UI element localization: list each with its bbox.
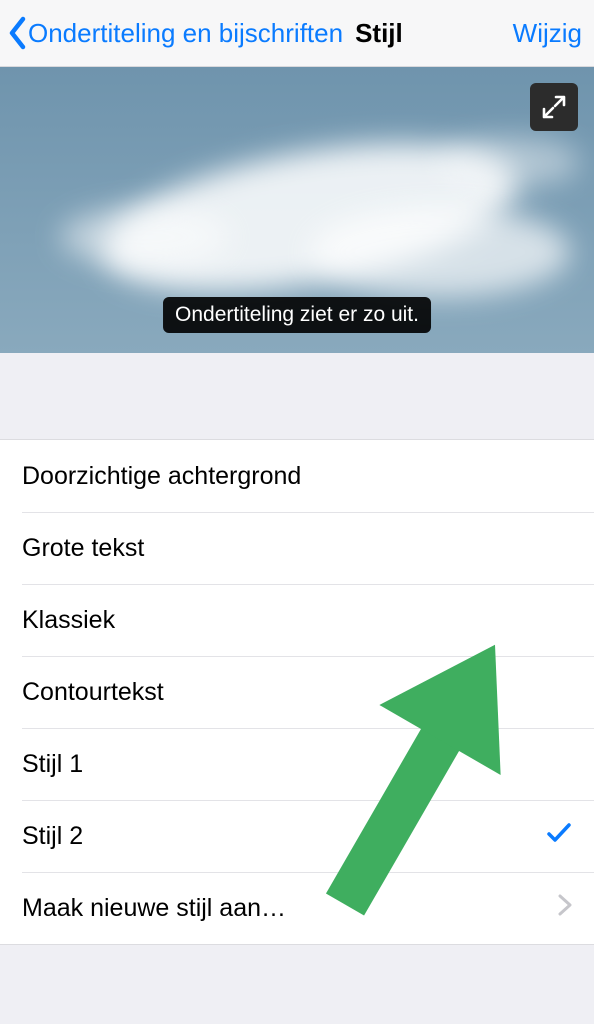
chevron-left-icon: [8, 16, 28, 50]
chevron-right-icon: [558, 894, 572, 923]
style-option-large-text[interactable]: Grote tekst: [0, 512, 594, 584]
navbar: Ondertiteling en bijschriften Stijl Wijz…: [0, 0, 594, 67]
style-list: Doorzichtige achtergrond Grote tekst Kla…: [0, 439, 594, 945]
style-option-transparent-bg[interactable]: Doorzichtige achtergrond: [0, 440, 594, 512]
fullscreen-button[interactable]: [530, 83, 578, 131]
checkmark-icon: [546, 822, 572, 851]
back-label: Ondertiteling en bijschriften: [28, 20, 343, 46]
create-new-style[interactable]: Maak nieuwe stijl aan…: [0, 872, 594, 944]
subtitle-preview: Ondertiteling ziet er zo uit.: [0, 67, 594, 353]
style-option-label: Stijl 2: [22, 822, 546, 851]
style-option-outline-text[interactable]: Contourtekst: [0, 656, 594, 728]
style-option-label: Grote tekst: [22, 534, 572, 563]
page-title: Stijl: [355, 20, 403, 46]
style-option-style-1[interactable]: Stijl 1: [0, 728, 594, 800]
expand-icon: [541, 94, 567, 120]
style-option-classic[interactable]: Klassiek: [0, 584, 594, 656]
style-option-label: Klassiek: [22, 606, 572, 635]
style-option-label: Doorzichtige achtergrond: [22, 462, 572, 491]
style-option-style-2[interactable]: Stijl 2: [0, 800, 594, 872]
style-option-label: Stijl 1: [22, 750, 572, 779]
subtitle-sample-text: Ondertiteling ziet er zo uit.: [163, 297, 431, 333]
edit-button[interactable]: Wijzig: [513, 20, 582, 46]
create-new-style-label: Maak nieuwe stijl aan…: [22, 894, 558, 923]
spacer: [0, 353, 594, 439]
style-option-label: Contourtekst: [22, 678, 572, 707]
back-button[interactable]: Ondertiteling en bijschriften: [8, 16, 343, 50]
